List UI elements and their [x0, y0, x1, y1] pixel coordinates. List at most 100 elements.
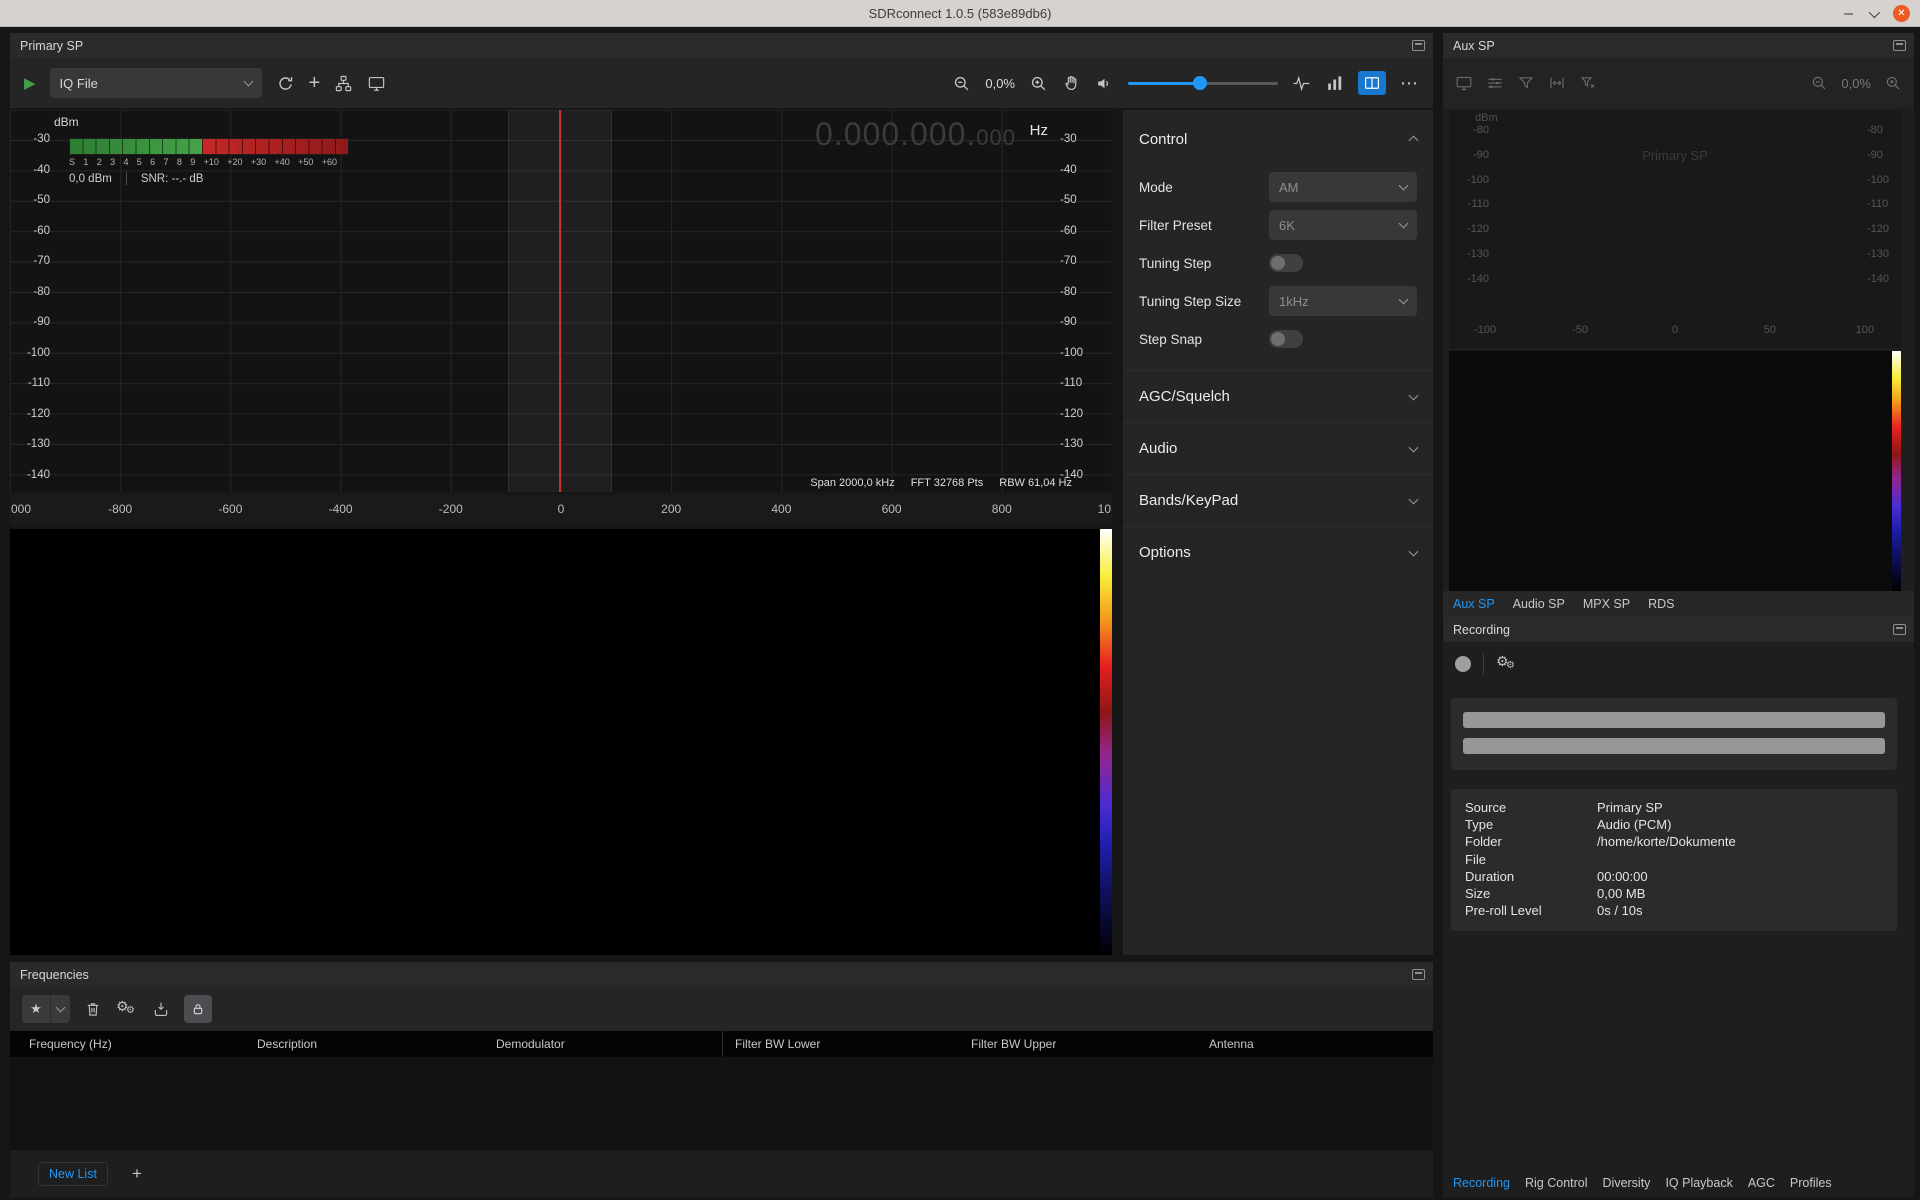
aux-bottom-tab[interactable]: IQ Playback — [1665, 1176, 1732, 1190]
network-icon[interactable] — [334, 74, 353, 93]
zoom-out-icon[interactable] — [952, 74, 971, 93]
spectrum-view-icon[interactable] — [1325, 74, 1344, 93]
step-snap-row: Step Snap — [1123, 320, 1433, 358]
volume-thumb[interactable] — [1193, 76, 1207, 90]
import-icon[interactable] — [152, 1000, 170, 1018]
aux-bottom-tab[interactable]: Diversity — [1603, 1176, 1651, 1190]
s-meter-bar — [69, 138, 349, 155]
collapsed-section-header[interactable]: Audio — [1123, 422, 1433, 474]
tuning-step-toggle[interactable] — [1269, 254, 1303, 272]
pan-hand-icon[interactable] — [1062, 74, 1081, 93]
chevron-down-icon — [243, 77, 253, 87]
aux-view-tab[interactable]: MPX SP — [1583, 597, 1630, 611]
zoom-in-icon[interactable] — [1884, 74, 1902, 92]
favorite-split-button[interactable]: ★ — [22, 995, 70, 1023]
fft-value: FFT 32768 Pts — [911, 477, 984, 489]
zoom-out-icon[interactable] — [1810, 74, 1828, 92]
waterfall-display[interactable] — [10, 529, 1112, 955]
s-meter: S123456789+10+20+30+40+50+60 0,0 dBm SNR… — [69, 138, 369, 185]
aux-bottom-tab[interactable]: AGC — [1748, 1176, 1775, 1190]
step-snap-toggle[interactable] — [1269, 330, 1303, 348]
aux-spectrum-display[interactable]: dBm Primary SP -80-90-100-110-120-130-14… — [1449, 110, 1901, 348]
column-divider — [722, 1031, 723, 1057]
aux-waterfall-display[interactable] — [1449, 351, 1901, 591]
aux-dbm-scale-right: -80-90-100-110-120-130-140 — [1867, 124, 1897, 285]
s-meter-scale: S123456789+10+20+30+40+50+60 — [69, 157, 337, 167]
chevron-down-icon — [1409, 494, 1419, 504]
restore-button[interactable] — [1869, 6, 1880, 17]
zoom-in-icon[interactable] — [1029, 74, 1048, 93]
recording-settings-icon[interactable]: ⚙⚙ — [1496, 654, 1518, 674]
aux-ghost-label: Primary SP — [1449, 148, 1901, 163]
span-arrows-icon[interactable] — [1548, 74, 1566, 92]
chevron-down-icon — [1409, 390, 1419, 400]
aux-bottom-tab[interactable]: Rig Control — [1525, 1176, 1588, 1190]
record-button[interactable] — [1455, 656, 1471, 672]
spectrum-display[interactable]: dBm -30-40-50-60-70-80-90-100-110-120-13… — [10, 110, 1112, 492]
zoom-level: 0,0% — [985, 76, 1015, 91]
frequency-display[interactable]: 0.000.000.000 — [815, 116, 1016, 153]
monitor-icon[interactable] — [1455, 74, 1473, 92]
collapse-panel-icon[interactable] — [1412, 40, 1425, 51]
recording-info-row: Size 0,00 MB — [1465, 885, 1883, 902]
s-meter-segments — [70, 139, 348, 154]
spectrum-lines-icon[interactable] — [1486, 74, 1504, 92]
speaker-icon[interactable] — [1095, 74, 1114, 93]
filter-icon[interactable] — [1517, 74, 1535, 92]
primary-sp-header: Primary SP — [10, 33, 1433, 58]
spectrum-info: Span 2000,0 kHz FFT 32768 Pts RBW 61,04 … — [810, 477, 1072, 489]
aux-view-tab[interactable]: Audio SP — [1513, 597, 1565, 611]
star-icon[interactable]: ★ — [22, 995, 50, 1023]
mode-select[interactable]: AM — [1269, 172, 1417, 202]
aux-bottom-tab[interactable]: Profiles — [1790, 1176, 1832, 1190]
settings-gears-icon[interactable]: ⚙⚙ — [116, 999, 138, 1019]
close-button[interactable]: ✕ — [1893, 5, 1910, 22]
column-antenna: Antenna — [1209, 1037, 1254, 1051]
monitor-icon[interactable] — [367, 74, 386, 93]
notch-filter-icon[interactable] — [1579, 74, 1597, 92]
collapsed-section-header[interactable]: Bands/KeyPad — [1123, 474, 1433, 526]
column-filter-bw-upper: Filter BW Upper — [971, 1037, 1056, 1051]
minimize-button[interactable]: – — [1844, 9, 1853, 19]
collapse-panel-icon[interactable] — [1893, 40, 1906, 51]
frequencies-title: Frequencies — [20, 968, 89, 982]
aux-view-tab[interactable]: RDS — [1648, 597, 1674, 611]
column-frequency: Frequency (Hz) — [29, 1037, 112, 1051]
tuning-line[interactable] — [559, 110, 561, 492]
signal-readout: 0,0 dBm SNR: --.- dB — [69, 172, 369, 185]
source-select[interactable]: IQ File — [50, 68, 262, 98]
hz-unit-label: Hz — [1030, 122, 1048, 139]
chevron-down-icon — [1399, 295, 1409, 305]
split-view-button[interactable] — [1358, 71, 1386, 95]
aux-bottom-tab[interactable]: Recording — [1453, 1176, 1510, 1190]
play-button[interactable]: ▶ — [24, 74, 36, 92]
waveform-view-icon[interactable] — [1292, 74, 1311, 93]
chevron-down-icon — [56, 1003, 66, 1013]
new-list-button[interactable]: New List — [38, 1162, 108, 1186]
delete-icon[interactable] — [84, 1000, 102, 1018]
collapse-panel-icon[interactable] — [1412, 969, 1425, 980]
frequencies-header: Frequencies — [10, 962, 1433, 987]
lock-button[interactable] — [184, 995, 212, 1023]
frequencies-table-header: Frequency (Hz) Description Demodulator F… — [10, 1031, 1433, 1057]
frequencies-table-body[interactable] — [10, 1057, 1433, 1150]
tuning-step-size-select[interactable]: 1kHz — [1269, 286, 1417, 316]
refresh-icon[interactable] — [276, 74, 295, 93]
frequencies-footer: New List + — [10, 1150, 1433, 1198]
filter-preset-select[interactable]: 6K — [1269, 210, 1417, 240]
collapsed-section-header[interactable]: AGC/Squelch — [1123, 370, 1433, 422]
aux-view-tab[interactable]: Aux SP — [1453, 597, 1495, 611]
control-section-header[interactable]: Control — [1123, 110, 1433, 168]
add-list-button[interactable]: + — [132, 1164, 142, 1184]
collapsed-sections: AGC/Squelch Audio Bands/KeyPad Options — [1123, 370, 1433, 578]
chevron-down-icon — [1409, 442, 1419, 452]
volume-slider[interactable] — [1128, 75, 1278, 91]
add-device-button[interactable]: + — [309, 72, 321, 95]
dbm-scale-right: -30-40-50-60-70-80-90-100-110-120-130-14… — [1060, 133, 1092, 481]
collapse-panel-icon[interactable] — [1893, 624, 1906, 635]
recording-info-row: File — [1465, 851, 1883, 868]
collapsed-section-header[interactable]: Options — [1123, 526, 1433, 578]
aux-sp-header: Aux SP — [1443, 33, 1914, 58]
more-options-button[interactable]: ⋯ — [1400, 73, 1419, 94]
star-dropdown[interactable] — [50, 995, 70, 1023]
